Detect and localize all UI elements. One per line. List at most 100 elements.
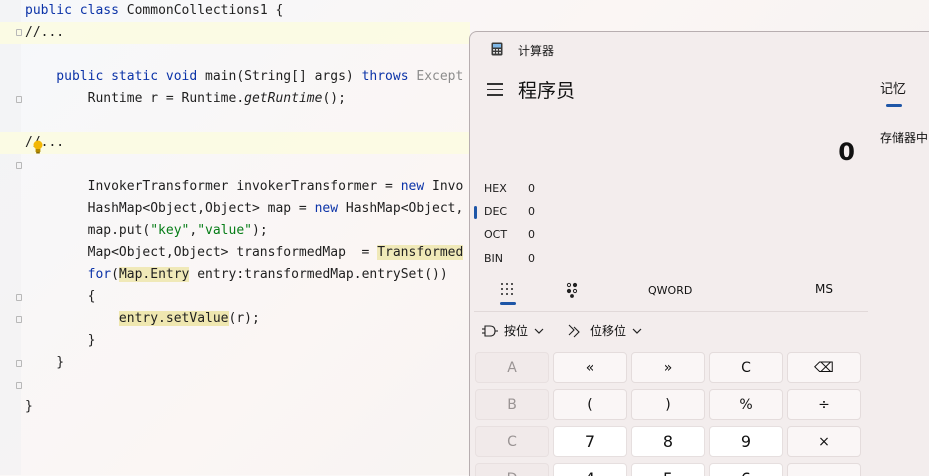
- key-button[interactable]: A: [475, 352, 549, 383]
- key-button[interactable]: «: [553, 352, 627, 383]
- logic-gate-icon: [482, 324, 498, 337]
- calculator-window[interactable]: 计算器 程序员 0 HEX 0 DEC 0 OCT 0 BIN 0 记忆 存储器中 QW…: [469, 31, 929, 476]
- keypad-tab-underline: [500, 302, 516, 305]
- radix-dec[interactable]: DEC 0: [484, 202, 535, 222]
- code-line[interactable]: }: [0, 330, 470, 352]
- key-button[interactable]: %: [709, 389, 783, 420]
- display-value: 0: [838, 138, 855, 166]
- code-token: Transformed: [377, 245, 464, 260]
- code-line[interactable]: [0, 154, 470, 176]
- code-token: CommonCollections1 {: [126, 3, 284, 18]
- chevron-down-icon: [632, 328, 642, 334]
- code-line[interactable]: HashMap<Object,Object> map = new HashMap…: [0, 198, 470, 220]
- code-token: HashMap<Object,Object> map =: [25, 201, 315, 216]
- code-token: Except: [416, 69, 464, 84]
- key-button[interactable]: D: [475, 463, 549, 476]
- code-line[interactable]: entry.setValue(r);: [0, 308, 470, 330]
- key-button[interactable]: −: [787, 463, 861, 476]
- code-token: }: [25, 333, 96, 348]
- key-button[interactable]: »: [631, 352, 705, 383]
- code-line[interactable]: InvokerTransformer invokerTransformer = …: [0, 176, 470, 198]
- code-line[interactable]: for(Map.Entry entry:transformedMap.entry…: [0, 264, 470, 286]
- code-token: InvokerTransformer invokerTransformer =: [25, 179, 401, 194]
- code-token: for: [87, 267, 112, 282]
- code-token: "key": [150, 223, 190, 238]
- key-button[interactable]: 9: [709, 426, 783, 457]
- code-token: getRuntime: [244, 91, 323, 106]
- key-button[interactable]: 5: [631, 463, 705, 476]
- code-line[interactable]: public class CommonCollections1 {: [0, 0, 470, 22]
- code-line[interactable]: {: [0, 286, 470, 308]
- key-button[interactable]: 6: [709, 463, 783, 476]
- full-keypad-icon[interactable]: [500, 282, 514, 296]
- code-line[interactable]: }: [0, 396, 470, 418]
- memory-tab[interactable]: 记忆: [880, 78, 906, 97]
- code-token: (: [111, 267, 119, 282]
- code-token: HashMap<Object,: [345, 201, 464, 216]
- code-line[interactable]: }: [0, 352, 470, 374]
- code-line[interactable]: [0, 44, 470, 66]
- radix-value: 0: [528, 252, 535, 265]
- memory-empty-text: 存储器中: [880, 131, 929, 145]
- code-token: map.put(: [25, 223, 151, 238]
- fold-marker[interactable]: [16, 294, 22, 301]
- code-line[interactable]: //...: [0, 132, 470, 154]
- radix-value: 0: [528, 228, 535, 241]
- calculator-app-icon: [491, 42, 503, 56]
- key-button[interactable]: ): [631, 389, 705, 420]
- fold-marker[interactable]: [16, 29, 22, 36]
- fold-marker[interactable]: [16, 316, 22, 323]
- code-token: static: [111, 69, 166, 84]
- code-token: public: [25, 69, 112, 84]
- bitwise-dropdown[interactable]: 按位: [482, 322, 544, 339]
- key-button[interactable]: 7: [553, 426, 627, 457]
- radix-value: 0: [528, 205, 535, 218]
- bit-toggle-keypad-icon[interactable]: [566, 282, 578, 298]
- code-token: {: [25, 289, 96, 304]
- key-button[interactable]: C: [475, 426, 549, 457]
- key-button[interactable]: C: [709, 352, 783, 383]
- code-token: //...: [25, 135, 65, 150]
- chevron-down-icon: [534, 328, 544, 334]
- radix-bin[interactable]: BIN 0: [484, 249, 535, 269]
- code-line[interactable]: map.put("key","value");: [0, 220, 470, 242]
- word-size-button[interactable]: QWORD: [648, 284, 692, 297]
- code-line[interactable]: [0, 374, 470, 396]
- code-line[interactable]: Map<Object,Object> transformedMap = Tran…: [0, 242, 470, 264]
- key-button[interactable]: (: [553, 389, 627, 420]
- code-line[interactable]: public static void main(String[] args) t…: [0, 66, 470, 88]
- fold-marker[interactable]: [16, 360, 22, 367]
- code-line[interactable]: //...: [0, 22, 470, 44]
- fold-marker[interactable]: [16, 162, 22, 169]
- radix-oct[interactable]: OCT 0: [484, 225, 535, 245]
- code-token: "value": [197, 223, 252, 238]
- key-button[interactable]: 4: [553, 463, 627, 476]
- code-token: public: [25, 3, 80, 18]
- code-token: main(String[] args): [205, 69, 362, 84]
- bit-shift-icon: [568, 324, 580, 337]
- mode-title: 程序员: [518, 80, 576, 102]
- code-line[interactable]: Runtime r = Runtime.getRuntime();: [0, 88, 470, 110]
- code-line[interactable]: [0, 110, 470, 132]
- memory-store-button[interactable]: MS: [815, 282, 833, 296]
- key-button[interactable]: ⌫: [787, 352, 861, 383]
- code-token: }: [25, 399, 33, 414]
- key-button[interactable]: ÷: [787, 389, 861, 420]
- window-title: 计算器: [518, 44, 555, 58]
- bitshift-dropdown[interactable]: 位移位: [568, 322, 642, 339]
- code-token: (r);: [228, 311, 260, 326]
- radix-hex[interactable]: HEX 0: [484, 179, 535, 199]
- memory-tab-underline: [886, 104, 902, 107]
- radix-label: OCT: [484, 228, 508, 241]
- key-button[interactable]: B: [475, 389, 549, 420]
- key-button[interactable]: ×: [787, 426, 861, 457]
- fold-marker[interactable]: [16, 382, 22, 389]
- fold-marker[interactable]: [16, 96, 22, 103]
- hamburger-menu-icon[interactable]: [487, 83, 503, 97]
- key-button[interactable]: 8: [631, 426, 705, 457]
- lightbulb-icon[interactable]: [32, 140, 44, 154]
- radix-label: BIN: [484, 252, 504, 265]
- code-token: ();: [322, 91, 346, 106]
